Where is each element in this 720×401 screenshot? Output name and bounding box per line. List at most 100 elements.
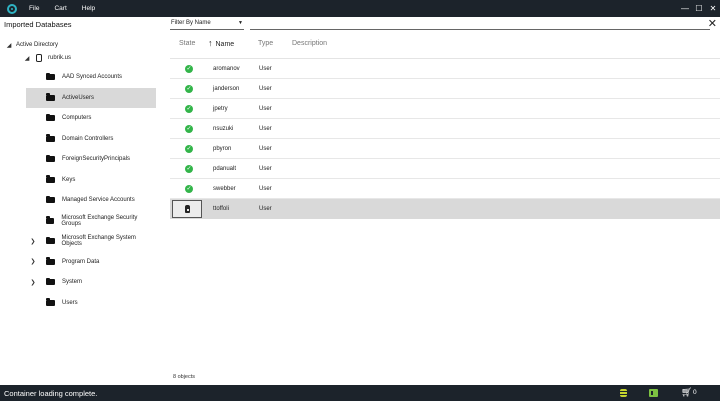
table-row[interactable]: ✓ jpetry User — [170, 99, 720, 119]
table-row[interactable]: ✓ swebber User — [170, 179, 720, 199]
table-row[interactable]: ✓ aromanov User — [170, 59, 720, 79]
tree-item[interactable]: ActiveUsers — [26, 87, 156, 108]
chevron-down-icon[interactable]: ◢ — [6, 42, 12, 49]
lock-icon — [185, 205, 190, 213]
chevron-right-icon[interactable]: ❯ — [26, 258, 40, 265]
column-header-description[interactable]: Description — [292, 40, 327, 47]
cart-count: 0 — [693, 389, 697, 396]
folder-icon — [45, 236, 55, 244]
pane-title: Imported Databases — [4, 20, 72, 29]
filter-dropdown-value: Filter By Name — [171, 20, 211, 26]
row-name: aromanov — [213, 66, 240, 72]
close-window-icon[interactable]: ✕ — [706, 0, 720, 17]
table-row[interactable]: ✓ nsuzuki User — [170, 119, 720, 139]
sort-ascending-icon: ↑ — [208, 38, 213, 48]
tree-item-label: Users — [62, 299, 78, 306]
column-header-type[interactable]: Type — [258, 40, 273, 47]
check-circle-icon: ✓ — [185, 85, 193, 93]
row-type: User — [259, 206, 272, 212]
menu-cart[interactable]: Cart — [54, 5, 66, 12]
tree-item-label: ActiveUsers — [62, 94, 95, 101]
app-logo-icon — [7, 3, 17, 14]
maximize-icon[interactable]: ☐ — [692, 0, 706, 17]
chevron-right-icon[interactable]: ❯ — [26, 279, 40, 286]
table-row[interactable]: ttoffoli User — [170, 199, 720, 219]
row-name: swebber — [213, 186, 236, 192]
tree-item-label: Microsoft Exchange Security Groups — [61, 214, 138, 227]
chevron-down-icon[interactable]: ◢ — [24, 55, 30, 62]
check-circle-icon: ✓ — [185, 145, 193, 153]
cart-icon[interactable]: 🛒︎ — [681, 387, 692, 398]
filter-bar: Filter By Name ▼ ✕ — [170, 17, 720, 31]
row-type: User — [259, 166, 272, 172]
menu-help[interactable]: Help — [82, 5, 95, 12]
folder-icon — [46, 134, 55, 142]
lock-state-button[interactable] — [172, 200, 202, 218]
check-circle-icon: ✓ — [185, 185, 193, 193]
row-name: jpetry — [213, 106, 228, 112]
panel-toggle-icon[interactable] — [649, 389, 658, 397]
tree-item[interactable]: ❯ System — [26, 272, 156, 292]
tree-item-label: Microsoft Exchange System Objects — [61, 235, 136, 247]
status-bar: Container loading complete. 🛒︎ 0 — [0, 385, 720, 401]
menu-file[interactable]: File — [29, 5, 39, 12]
tree-item-label: Domain Controllers — [62, 135, 114, 142]
chevron-down-icon: ▼ — [238, 20, 243, 26]
status-message: Container loading complete. — [4, 389, 98, 398]
table-row[interactable]: ✓ janderson User — [170, 79, 720, 99]
tree-item-label: Computers — [62, 115, 92, 121]
row-type: User — [259, 66, 272, 72]
folder-icon — [46, 257, 55, 265]
title-bar: File Cart Help — ☐ ✕ — [0, 0, 720, 17]
folder-icon — [46, 195, 55, 203]
chevron-right-icon[interactable]: ❯ — [26, 238, 40, 245]
check-circle-icon: ✓ — [185, 125, 193, 133]
table-row[interactable]: ✓ pbyron User — [170, 139, 720, 159]
clear-filter-icon[interactable]: ✕ — [708, 17, 717, 30]
column-header-name[interactable]: ↑ Name — [208, 38, 234, 48]
databases-pane: Imported Databases ◢ Active Directory ◢ … — [0, 17, 162, 385]
window-controls: — ☐ ✕ — [678, 0, 720, 17]
folder-icon — [46, 277, 55, 285]
row-type: User — [259, 86, 272, 92]
row-name: nsuzuki — [213, 126, 234, 132]
tree-item[interactable]: Managed Service Accounts — [26, 190, 156, 210]
tree-item[interactable]: Keys — [26, 170, 156, 190]
check-circle-icon: ✓ — [185, 65, 193, 73]
filter-input[interactable] — [250, 19, 710, 30]
row-name: pdanualt — [213, 166, 237, 172]
row-name: ttoffoli — [213, 206, 229, 212]
row-type: User — [259, 146, 272, 152]
tree-domain-label: rubrik.us — [48, 55, 72, 61]
tree-item[interactable]: Users — [26, 293, 156, 313]
tree-item[interactable]: Computers — [26, 108, 156, 128]
minimize-icon[interactable]: — — [678, 0, 692, 17]
check-circle-icon: ✓ — [185, 165, 193, 173]
tree-item[interactable]: AAD Synced Accounts — [26, 67, 156, 87]
folder-icon — [46, 298, 55, 306]
folder-icon — [45, 216, 55, 224]
tree-item-label: Program Data — [62, 258, 100, 265]
filter-dropdown[interactable]: Filter By Name ▼ — [170, 19, 244, 30]
row-name: janderson — [213, 86, 240, 92]
tree-item[interactable]: ❯ Program Data — [26, 252, 156, 272]
object-count: 8 objects — [173, 374, 196, 380]
row-type: User — [259, 126, 272, 132]
column-header-name-label: Name — [215, 41, 235, 48]
column-header-state[interactable]: State — [179, 40, 195, 47]
database-stack-icon[interactable] — [620, 389, 627, 397]
folder-icon — [46, 154, 55, 162]
tree-item[interactable]: ForeignSecurityPrincipals — [26, 149, 156, 169]
tree-item[interactable]: Domain Controllers — [26, 129, 156, 149]
tree-item-label: Keys — [62, 176, 76, 183]
folder-icon — [46, 93, 55, 101]
tree-item[interactable]: ❯ Microsoft Exchange System Objects — [26, 231, 156, 251]
folder-icon — [46, 113, 55, 121]
tree-item[interactable]: Microsoft Exchange Security Groups — [26, 211, 156, 231]
tree-item-label: System — [62, 279, 83, 285]
tree-item-label: Managed Service Accounts — [62, 197, 135, 203]
table-row[interactable]: ✓ pdanualt User — [170, 159, 720, 179]
tree-domain[interactable]: ◢ rubrik.us — [24, 48, 154, 68]
folder-icon — [46, 72, 55, 80]
row-type: User — [259, 186, 272, 192]
